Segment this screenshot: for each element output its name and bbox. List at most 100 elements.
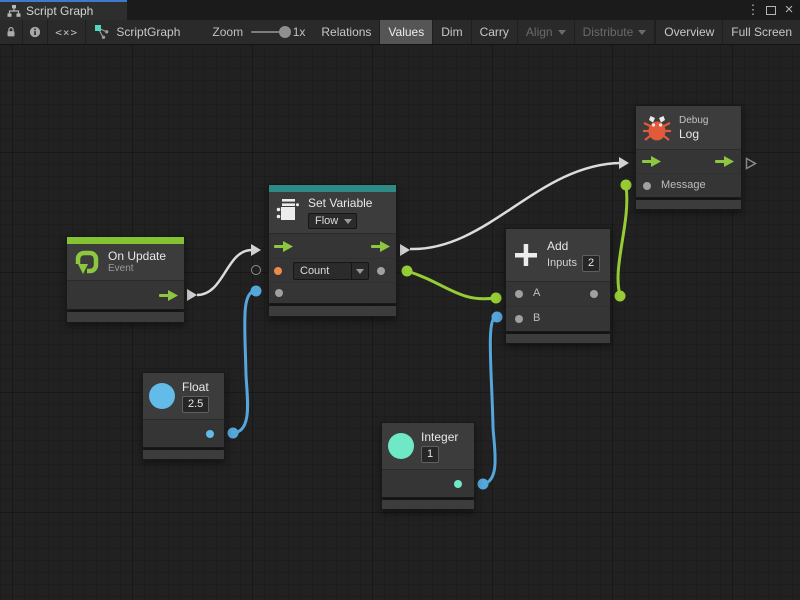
- port-label-b: B: [533, 312, 540, 324]
- lock-button[interactable]: [0, 20, 23, 44]
- graph-toolbar: <×> ScriptGraph Zoom 1x Relations Values…: [0, 20, 800, 45]
- overview-label: Overview: [664, 25, 714, 39]
- node-footer: [268, 306, 397, 317]
- node-footer: [505, 334, 611, 344]
- wire-endpoint-green[interactable]: [402, 266, 413, 277]
- float-output-port[interactable]: [206, 430, 214, 438]
- input-port-a[interactable]: [515, 290, 523, 298]
- variable-select-dropdown[interactable]: Count: [293, 262, 369, 280]
- integer-value-field[interactable]: 1: [421, 446, 439, 463]
- zoom-value: 1x: [293, 20, 306, 44]
- wire-endpoint-blue[interactable]: [228, 428, 239, 439]
- graph-hierarchy-icon: [7, 5, 21, 17]
- flow-output-port-onupdate[interactable]: [187, 289, 197, 301]
- loop-event-icon: [73, 248, 101, 276]
- values-button[interactable]: Values: [380, 20, 433, 44]
- node-title: Log: [679, 127, 708, 141]
- align-button[interactable]: Align: [518, 20, 575, 44]
- wire-endpoint-green[interactable]: [621, 180, 632, 191]
- window-tab[interactable]: Script Graph: [0, 0, 127, 20]
- lock-icon: [6, 25, 16, 39]
- wire-endpoint-blue[interactable]: [251, 286, 262, 297]
- variable-name-port[interactable]: [274, 267, 282, 275]
- node-integer[interactable]: Integer 1: [381, 422, 475, 510]
- value-input-port[interactable]: [275, 289, 283, 297]
- wire-endpoint-green[interactable]: [491, 293, 502, 304]
- node-title: On Update: [108, 249, 166, 263]
- code-icon: <×>: [55, 26, 78, 39]
- output-port-sum[interactable]: [590, 290, 598, 298]
- node-debug-log[interactable]: Debug Log Message: [635, 105, 742, 210]
- wire-endpoint-green[interactable]: [615, 291, 626, 302]
- wire-endpoint-blue[interactable]: [492, 312, 503, 323]
- unconnected-port-ring[interactable]: [251, 265, 261, 275]
- carry-label: Carry: [480, 25, 509, 39]
- graph-canvas[interactable]: On Update Event: [0, 45, 800, 600]
- flow-in-arrow-icon[interactable]: [274, 241, 293, 252]
- flow-input-port-setvariable[interactable]: [251, 244, 261, 256]
- node-footer: [66, 312, 185, 323]
- value-output-port[interactable]: [377, 267, 385, 275]
- graph-breadcrumb-button[interactable]: ScriptGraph: [86, 20, 186, 44]
- wire-value-setvariable-add-a: [407, 271, 495, 299]
- more-menu-icon[interactable]: ⋮: [746, 0, 760, 20]
- chevron-down-icon: [558, 30, 566, 35]
- code-view-button[interactable]: <×>: [48, 20, 86, 44]
- flow-in-arrow-icon[interactable]: [642, 156, 661, 167]
- node-title: Float: [182, 380, 209, 394]
- wire-value-add-debuglog-message: [618, 186, 627, 295]
- close-icon[interactable]: ×: [782, 0, 796, 20]
- distribute-button[interactable]: Distribute: [575, 20, 656, 44]
- flow-out-arrow-icon[interactable]: [371, 241, 390, 252]
- dim-label: Dim: [441, 25, 462, 39]
- info-button[interactable]: [23, 20, 48, 44]
- info-icon: [29, 25, 41, 39]
- node-set-variable[interactable]: Set Variable Flow: [268, 184, 397, 317]
- unconnected-flow-output-triangle[interactable]: [745, 157, 757, 170]
- zoom-slider-knob[interactable]: [279, 26, 291, 38]
- message-input-port[interactable]: [643, 182, 651, 190]
- node-color-bar: [67, 237, 184, 244]
- dim-button[interactable]: Dim: [433, 20, 471, 44]
- inputs-count-field[interactable]: 2: [582, 255, 600, 272]
- relations-label: Relations: [321, 25, 371, 39]
- scope-value: Flow: [309, 214, 344, 228]
- integer-type-icon: [388, 433, 414, 459]
- full-screen-button[interactable]: Full Screen: [723, 20, 800, 44]
- carry-button[interactable]: Carry: [472, 20, 518, 44]
- zoom-slider[interactable]: [251, 31, 289, 33]
- node-on-update[interactable]: On Update Event: [66, 236, 185, 323]
- maximize-icon[interactable]: [766, 6, 776, 15]
- inputs-label: Inputs: [547, 257, 577, 269]
- variable-scope-dropdown[interactable]: Flow: [308, 213, 357, 229]
- tab-title: Script Graph: [26, 4, 93, 18]
- script-graph-icon: [94, 24, 110, 40]
- node-footer: [381, 500, 475, 510]
- overview-button[interactable]: Overview: [655, 20, 723, 44]
- node-float[interactable]: Float 2.5: [142, 372, 225, 460]
- node-title: Add: [547, 239, 600, 253]
- variable-value: Count: [294, 264, 351, 278]
- flow-out-arrow-icon[interactable]: [159, 290, 178, 301]
- wire-flow-onupdate-setvariable: [197, 250, 251, 295]
- node-title: Set Variable: [308, 196, 372, 210]
- integer-output-port[interactable]: [454, 480, 462, 488]
- node-footer: [635, 200, 742, 210]
- relations-button[interactable]: Relations: [313, 20, 380, 44]
- dropdown-arrow-button[interactable]: [351, 263, 368, 279]
- wire-value-float-setvariable: [233, 291, 255, 433]
- chevron-down-icon: [638, 30, 646, 35]
- flow-out-arrow-icon[interactable]: [715, 156, 734, 167]
- node-add[interactable]: Add Inputs 2 A B: [505, 228, 611, 344]
- flow-input-port-debuglog[interactable]: [619, 157, 629, 169]
- float-type-icon: [149, 383, 175, 409]
- chevron-down-icon: [344, 219, 352, 224]
- port-label-a: A: [533, 287, 540, 299]
- zoom-label: Zoom: [212, 20, 243, 44]
- node-footer: [142, 450, 225, 460]
- wire-endpoint-blue[interactable]: [478, 479, 489, 490]
- node-subtitle: Debug: [679, 115, 708, 127]
- input-port-b[interactable]: [515, 315, 523, 323]
- flow-output-port-setvariable[interactable]: [400, 244, 410, 256]
- float-value-field[interactable]: 2.5: [182, 396, 209, 413]
